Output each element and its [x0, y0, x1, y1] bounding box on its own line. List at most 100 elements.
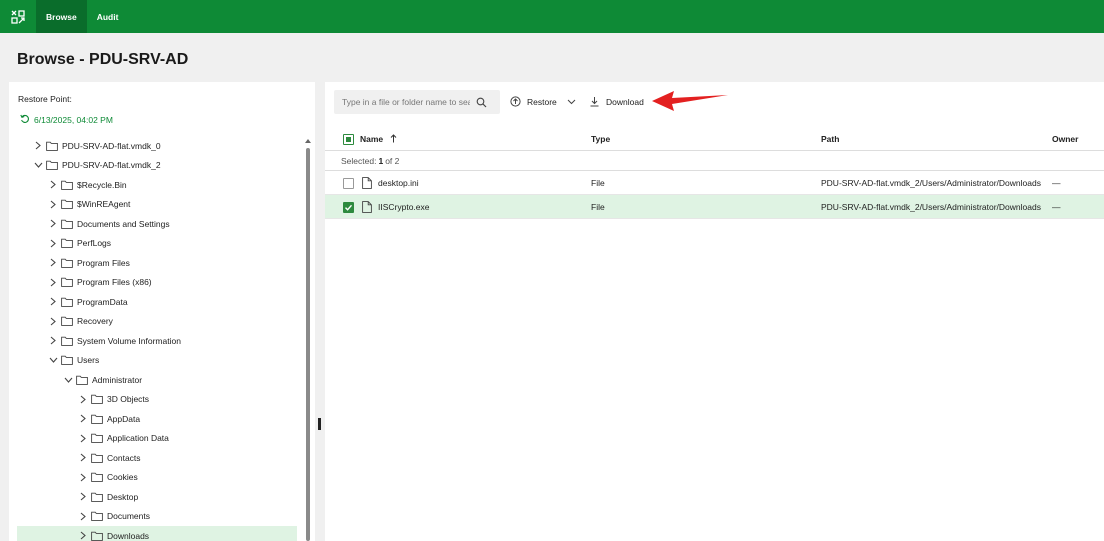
tree-item[interactable]: System Volume Information — [17, 331, 297, 350]
tree-item[interactable]: Documents and Settings — [17, 214, 297, 233]
select-all-checkbox[interactable] — [343, 127, 354, 151]
column-header-owner[interactable]: Owner — [1052, 127, 1078, 151]
scroll-up-icon[interactable] — [304, 137, 312, 145]
chevron-right-icon[interactable] — [76, 531, 90, 540]
folder-icon — [61, 238, 73, 248]
restore-point-label: Restore Point: — [18, 94, 72, 104]
chevron-right-icon[interactable] — [76, 512, 90, 521]
folder-icon — [91, 492, 103, 502]
chevron-right-icon[interactable] — [76, 492, 90, 501]
row-checkbox[interactable] — [343, 171, 354, 195]
column-header-path[interactable]: Path — [821, 127, 839, 151]
selected-count: 1 — [378, 155, 384, 166]
folder-tree-panel: Restore Point: 6/13/2025, 04:02 PM PDU-S… — [9, 82, 315, 541]
table-row[interactable]: desktop.ini File PDU-SRV-AD-flat.vmdk_2/Us… — [325, 171, 1104, 195]
tree-item[interactable]: Program Files (x86) — [17, 273, 297, 292]
chevron-down-icon — [567, 97, 576, 107]
tree-item[interactable]: Desktop — [17, 487, 297, 506]
tree-item[interactable]: Administrator — [17, 370, 297, 389]
chevron-right-icon[interactable] — [46, 239, 60, 248]
pointer-arrow-icon — [652, 91, 728, 111]
tree-item[interactable]: $Recycle.Bin — [17, 175, 297, 194]
tree-item[interactable]: Documents — [17, 507, 297, 526]
download-icon — [589, 96, 600, 109]
folder-icon — [91, 531, 103, 541]
chevron-down-icon[interactable] — [31, 162, 45, 168]
app-logo-icon[interactable] — [0, 0, 36, 33]
tree-item-label: Contacts — [107, 452, 141, 463]
chevron-right-icon[interactable] — [46, 200, 60, 209]
folder-icon — [61, 258, 73, 268]
tree-item-label: PDU-SRV-AD-flat.vmdk_2 — [62, 160, 161, 170]
file-type: File — [591, 178, 605, 188]
table-header: Name Type Path Owner — [325, 127, 1104, 151]
tree-item[interactable]: 3D Objects — [17, 390, 297, 409]
search-input[interactable] — [334, 97, 470, 107]
chevron-right-icon[interactable] — [46, 317, 60, 326]
folder-icon — [91, 433, 103, 443]
tree-item[interactable]: Users — [17, 351, 297, 370]
tree-item[interactable]: PDU-SRV-AD-flat.vmdk_0 — [17, 136, 297, 155]
chevron-right-icon[interactable] — [46, 219, 60, 228]
tree-item[interactable]: ProgramData — [17, 292, 297, 311]
selection-summary: Selected: 1 of 2 — [325, 151, 1104, 171]
tree-item[interactable]: Program Files — [17, 253, 297, 272]
tree-item-label: Program Files — [77, 257, 130, 268]
chevron-right-icon[interactable] — [31, 141, 45, 150]
tree-item[interactable]: Recovery — [17, 312, 297, 331]
tree-item[interactable]: PDU-SRV-AD-flat.vmdk_2 — [17, 156, 297, 175]
chevron-right-icon[interactable] — [46, 297, 60, 306]
file-path: PDU-SRV-AD-flat.vmdk_2/Users/Administrat… — [821, 178, 1041, 188]
column-header-name[interactable]: Name — [360, 127, 397, 151]
chevron-down-icon[interactable] — [61, 377, 75, 383]
restore-point-date: 6/13/2025, 04:02 PM — [34, 115, 113, 125]
chevron-right-icon[interactable] — [46, 180, 60, 189]
chevron-right-icon[interactable] — [46, 278, 60, 287]
restore-button[interactable]: Restore — [510, 90, 576, 114]
folder-icon — [76, 375, 88, 385]
tree-item[interactable]: Application Data — [17, 429, 297, 448]
tree-item[interactable]: Cookies — [17, 468, 297, 487]
tree-item-label: PDU-SRV-AD-flat.vmdk_0 — [62, 140, 161, 151]
chevron-down-icon[interactable] — [46, 357, 60, 363]
chevron-right-icon[interactable] — [76, 473, 90, 482]
folder-icon — [91, 453, 103, 463]
column-header-type[interactable]: Type — [591, 127, 610, 151]
tree-scrollbar[interactable] — [306, 148, 310, 541]
table-row[interactable]: IISCrypto.exe File PDU-SRV-AD-flat.vmdk_2/… — [325, 195, 1104, 219]
tree-item-label: Downloads — [107, 530, 150, 541]
tab-audit[interactable]: Audit — [87, 0, 129, 33]
chevron-right-icon[interactable] — [76, 453, 90, 462]
chevron-right-icon[interactable] — [46, 336, 60, 345]
chevron-right-icon[interactable] — [46, 258, 60, 267]
tree-item-label: $WinREAgent — [77, 199, 131, 209]
file-name[interactable]: IISCrypto.exe — [378, 195, 430, 219]
tree-item[interactable]: Contacts — [17, 448, 297, 467]
chevron-right-icon[interactable] — [76, 434, 90, 443]
folder-icon — [61, 336, 73, 346]
folder-icon — [61, 180, 73, 190]
panel-splitter[interactable] — [318, 418, 321, 430]
download-button[interactable]: Download — [589, 90, 644, 114]
restore-label: Restore — [527, 97, 557, 107]
tree-item[interactable]: Downloads — [17, 526, 297, 541]
tab-browse[interactable]: Browse — [36, 0, 87, 33]
tree-item-label: System Volume Information — [77, 335, 181, 346]
tree-item-label: $Recycle.Bin — [77, 179, 127, 190]
folder-icon — [91, 414, 103, 424]
tree-item[interactable]: PerfLogs — [17, 234, 297, 253]
selected-total: of 2 — [385, 155, 400, 166]
tree-item-label: Recovery — [77, 316, 113, 326]
folder-icon — [61, 219, 73, 229]
file-icon — [362, 195, 372, 219]
file-name[interactable]: desktop.ini — [378, 171, 419, 195]
tree-item[interactable]: AppData — [17, 409, 297, 428]
chevron-right-icon[interactable] — [76, 414, 90, 423]
file-type: File — [591, 202, 605, 212]
chevron-right-icon[interactable] — [76, 395, 90, 404]
tree-item[interactable]: $WinREAgent — [17, 195, 297, 214]
folder-icon — [61, 316, 73, 326]
search-icon[interactable] — [470, 97, 492, 108]
restore-point-value[interactable]: 6/13/2025, 04:02 PM — [20, 114, 113, 126]
row-checkbox[interactable] — [343, 195, 354, 219]
